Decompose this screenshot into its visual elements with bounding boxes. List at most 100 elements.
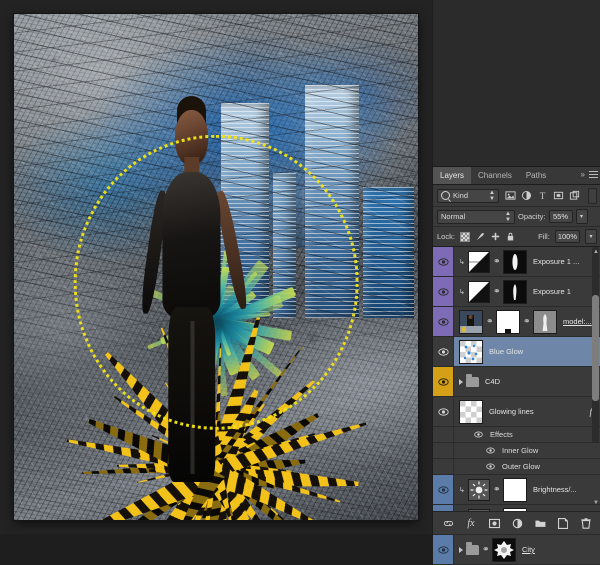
opacity-stepper[interactable]: ▾ (575, 209, 588, 224)
filter-adjustment-icon[interactable] (521, 190, 532, 201)
layer-row-exposure-1[interactable]: ↳ ⚭ Exposure 1 (433, 277, 600, 307)
layer-name[interactable]: Exposure 1 (533, 287, 571, 296)
filter-pixel-icon[interactable] (505, 190, 516, 201)
layer-name[interactable]: City (522, 545, 535, 554)
layer-effect-outer-glow[interactable]: Outer Glow (433, 459, 600, 475)
tab-layers[interactable]: Layers (433, 167, 472, 184)
lock-image-icon[interactable] (476, 232, 485, 241)
scroll-up-arrow-icon[interactable]: ▲ (593, 249, 599, 255)
vector-mask-thumbnail[interactable] (533, 309, 557, 334)
group-mask-thumbnail[interactable] (492, 537, 516, 562)
mask-link-icon[interactable]: ⚭ (482, 545, 490, 554)
layer-row-c4d-group[interactable]: C4D (433, 367, 600, 397)
layer-effects-group[interactable]: Effects (433, 427, 600, 443)
layers-scrollbar[interactable] (592, 247, 599, 443)
mask-splat-icon (493, 538, 515, 561)
add-layer-mask-icon[interactable] (488, 518, 500, 529)
effect-visibility-spacer (433, 443, 454, 458)
chevron-double-right-icon[interactable]: » (581, 170, 586, 179)
panel-tabbar: Layers Channels Paths » (433, 167, 600, 185)
tab-channels[interactable]: Channels (471, 167, 519, 184)
layer-thumbnail[interactable] (468, 250, 490, 273)
mask-link-icon[interactable]: ⚭ (493, 257, 501, 266)
selection-marquee[interactable] (73, 134, 359, 430)
lock-row: Lock: Fill: 100% ▾ (433, 227, 600, 247)
eye-icon (437, 377, 449, 386)
tab-paths[interactable]: Paths (519, 167, 553, 184)
lock-transparency-icon[interactable] (459, 231, 470, 242)
canvas-area[interactable] (0, 0, 432, 534)
layer-row-model[interactable]: ⚭ ⚭ model:... (433, 307, 600, 337)
scroll-down-arrow-icon[interactable]: ▼ (593, 500, 599, 506)
new-layer-icon[interactable] (558, 517, 569, 529)
visibility-toggle[interactable] (433, 475, 454, 504)
new-adjustment-layer-icon[interactable] (512, 518, 523, 529)
filter-enable-toggle[interactable] (588, 187, 597, 204)
visibility-toggle[interactable] (433, 277, 454, 306)
layer-row-exposure-1-copy[interactable]: ↳ ⚭ Exposure 1 ... (433, 247, 600, 277)
layer-mask-thumbnail[interactable] (503, 279, 527, 304)
effect-label: Outer Glow (502, 462, 540, 471)
add-layer-style-icon[interactable]: fx (466, 518, 477, 529)
layer-thumbnail[interactable] (468, 478, 490, 501)
blend-mode-row: Normal ▲ ▼ Opacity: 55% ▾ (433, 207, 600, 227)
visibility-toggle[interactable] (433, 535, 454, 564)
eye-icon (437, 287, 449, 296)
checker-blue-dots-icon (460, 340, 482, 363)
chevron-updown-icon: ▲ ▼ (489, 189, 495, 202)
filter-type-icon[interactable]: T (537, 190, 548, 201)
mask-link-icon[interactable]: ⚭ (493, 287, 501, 296)
layer-thumbnail[interactable] (459, 339, 483, 364)
delete-layer-icon[interactable] (581, 517, 592, 529)
layer-name[interactable]: Brightness/... (533, 485, 577, 494)
checker-icon (460, 400, 482, 423)
visibility-toggle[interactable] (433, 397, 454, 426)
layer-row-brightness-contrast[interactable]: ↳ ⚭ Brightness/... (433, 475, 600, 505)
eye-icon[interactable] (486, 447, 495, 454)
layer-name[interactable]: model:... (563, 317, 592, 326)
panel-menu-icon[interactable] (589, 171, 598, 178)
layer-name[interactable]: Blue Glow (489, 347, 523, 356)
layer-thumbnail[interactable] (459, 309, 483, 334)
visibility-toggle[interactable] (433, 307, 454, 336)
layer-row-city-group[interactable]: ⚭ City (433, 535, 600, 565)
layer-row-glowing-lines[interactable]: Glowing lines fx (433, 397, 600, 427)
new-group-icon[interactable] (534, 518, 546, 529)
filter-smartobject-icon[interactable] (569, 190, 580, 201)
group-disclosure-icon[interactable] (459, 378, 463, 385)
layer-mask-thumbnail[interactable] (496, 309, 520, 334)
eye-icon (437, 257, 449, 266)
layer-name[interactable]: Glowing lines (489, 407, 534, 416)
layer-row-blue-glow[interactable]: Blue Glow (433, 337, 600, 367)
layer-thumbnail[interactable] (468, 280, 490, 303)
layer-effect-inner-glow[interactable]: Inner Glow (433, 443, 600, 459)
filter-kind-select[interactable]: Kind ▲ ▼ (437, 188, 499, 203)
link-layers-icon[interactable] (443, 518, 454, 529)
group-disclosure-icon[interactable] (459, 546, 463, 553)
filter-type-icons: T (505, 190, 580, 201)
visibility-toggle[interactable] (433, 367, 454, 396)
fill-stepper[interactable]: ▾ (585, 229, 597, 244)
layer-mask-thumbnail[interactable] (503, 249, 527, 274)
mask-dark-icon (504, 280, 526, 303)
vector-mask-link-icon[interactable]: ⚭ (523, 317, 531, 326)
mask-link-icon[interactable]: ⚭ (493, 485, 501, 494)
eye-icon (437, 347, 449, 356)
eye-icon[interactable] (474, 431, 483, 438)
layer-thumbnail[interactable] (459, 399, 483, 424)
layer-name[interactable]: Exposure 1 ... (533, 257, 579, 266)
filter-shape-icon[interactable] (553, 190, 564, 201)
lock-all-icon[interactable] (506, 232, 515, 241)
opacity-value[interactable]: 55% (548, 210, 573, 223)
lock-position-icon[interactable] (491, 232, 500, 241)
layer-name[interactable]: C4D (485, 377, 500, 386)
eye-icon[interactable] (486, 463, 495, 470)
document-canvas[interactable] (14, 14, 418, 520)
visibility-toggle[interactable] (433, 337, 454, 366)
visibility-toggle[interactable] (433, 247, 454, 276)
mask-link-icon[interactable]: ⚭ (486, 317, 494, 326)
lock-label: Lock: (437, 232, 455, 241)
blend-mode-select[interactable]: Normal ▲ ▼ (437, 209, 515, 224)
fill-value[interactable]: 100% (554, 230, 580, 243)
layer-mask-thumbnail[interactable] (503, 477, 527, 502)
